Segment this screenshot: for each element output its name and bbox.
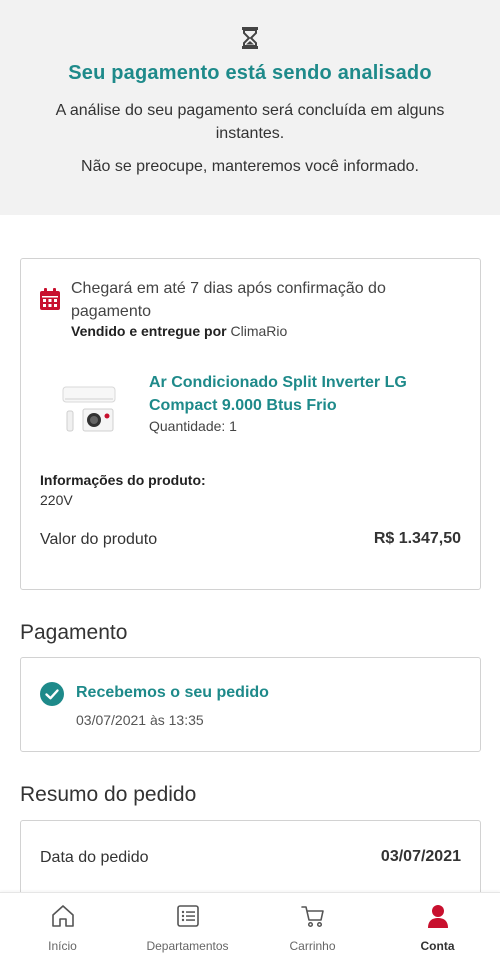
- payment-status: Recebemos o seu pedido: [76, 684, 269, 701]
- home-icon: [51, 905, 74, 927]
- product-price-label: Valor do produto: [40, 531, 158, 548]
- product-image[interactable]: [61, 385, 119, 435]
- delivery-card: Chegará em até 7 dias após confirmação d…: [20, 258, 481, 590]
- order-date-value: 03/07/2021: [380, 848, 461, 865]
- nav-item-departamentos[interactable]: Departamentos: [125, 893, 250, 961]
- product-price-value: R$ 1.347,50: [373, 530, 461, 547]
- product-info-value: 220V: [40, 492, 73, 508]
- nav-label: Conta: [420, 939, 455, 953]
- nav-label: Departamentos: [146, 939, 229, 953]
- seller-info: Vendido e entregue por ClimaRio: [71, 323, 287, 339]
- order-date-label: Data do pedido: [40, 849, 149, 866]
- status-description: A análise do seu pagamento será concluíd…: [55, 102, 445, 142]
- hourglass-icon: [242, 27, 258, 49]
- delivery-estimate: Chegará em até 7 dias após confirmação d…: [71, 280, 386, 320]
- seller-label: Vendido e entregue por: [71, 323, 227, 339]
- order-summary-title: Resumo do pedido: [20, 783, 197, 806]
- check-circle-icon: [40, 682, 64, 706]
- product-info-label: Informações do produto:: [40, 472, 206, 488]
- nav-item-inicio[interactable]: Início: [0, 893, 125, 961]
- payment-section-title: Pagamento: [20, 621, 128, 644]
- nav-label: Início: [48, 939, 77, 953]
- calendar-icon: [40, 288, 60, 310]
- list-icon: [176, 905, 199, 927]
- payment-status-banner: Seu pagamento está sendo analisado A aná…: [0, 0, 500, 215]
- product-name-link[interactable]: Ar Condicionado Split Inverter LG Compac…: [149, 371, 449, 417]
- payment-date: 03/07/2021 às 13:35: [76, 712, 204, 728]
- user-icon: [427, 905, 448, 928]
- nav-item-conta[interactable]: Conta: [375, 893, 500, 961]
- seller-name: ClimaRio: [230, 323, 288, 339]
- nav-item-carrinho[interactable]: Carrinho: [250, 893, 375, 961]
- payment-card: Recebemos o seu pedido 03/07/2021 às 13:…: [20, 657, 481, 752]
- bottom-navigation: Início Departamentos Carrinho Conta: [0, 892, 500, 961]
- status-reassurance: Não se preocupe, manteremos você informa…: [81, 158, 419, 175]
- status-title: Seu pagamento está sendo analisado: [68, 62, 432, 84]
- nav-label: Carrinho: [289, 939, 336, 953]
- product-quantity: Quantidade: 1: [149, 418, 237, 434]
- cart-icon: [300, 906, 324, 928]
